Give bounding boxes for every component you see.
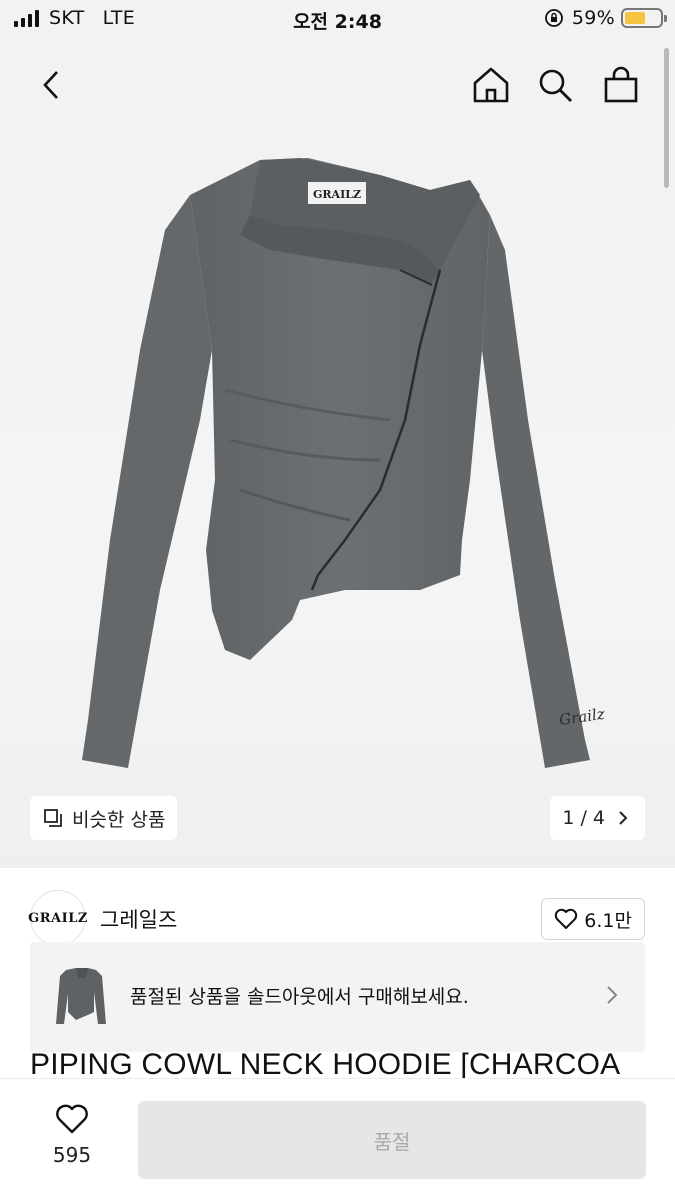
heart-icon: [555, 908, 578, 929]
product-image: GRAILZ Grailz: [82, 158, 606, 768]
garment-tag-text: GRAILZ: [313, 188, 361, 201]
top-navigation: [0, 50, 675, 120]
wish-button[interactable]: 595: [36, 1103, 108, 1167]
cart-button[interactable]: [596, 60, 646, 110]
home-button[interactable]: [466, 60, 516, 110]
seller-row[interactable]: GRAILZ 그레일즈 6.1만: [28, 890, 645, 946]
chevron-left-icon: [43, 71, 58, 99]
chevron-right-icon: [607, 986, 618, 1004]
back-button[interactable]: [26, 60, 76, 110]
pager-text: 1 / 4: [562, 807, 605, 829]
product-image-area[interactable]: GRAILZ Grailz 비슷한 상품 1 / 4: [0, 0, 675, 868]
wish-count: 595: [52, 1143, 92, 1167]
similar-items-button[interactable]: 비슷한 상품: [30, 796, 178, 840]
soldout-button[interactable]: 품절: [138, 1101, 646, 1179]
seller-name[interactable]: 그레일즈: [100, 904, 177, 934]
status-bar: SKT LTE 오전 2:48 59%: [0, 0, 675, 40]
scroll-indicator: [664, 48, 669, 188]
soldout-banner[interactable]: 품절된 상품을 솔드아웃에서 구매해보세요.: [30, 942, 645, 1052]
image-pager[interactable]: 1 / 4: [550, 796, 645, 840]
seller-logo[interactable]: GRAILZ: [28, 890, 87, 946]
home-icon: [473, 67, 509, 103]
rotation-lock-icon: [544, 9, 563, 27]
bottom-action-bar: 595 품절: [0, 1078, 675, 1200]
battery-percent: 59%: [571, 7, 615, 29]
similar-items-icon: [44, 809, 62, 827]
battery-icon: [621, 8, 667, 28]
search-button[interactable]: [530, 60, 580, 110]
search-icon: [539, 69, 572, 102]
soldout-banner-text: 품절된 상품을 솔드아웃에서 구매해보세요.: [130, 986, 469, 1008]
seller-like-count: 6.1만: [584, 909, 632, 932]
heart-icon: [56, 1104, 88, 1134]
seller-like-button[interactable]: 6.1만: [541, 898, 645, 940]
soldout-thumbnail: [56, 968, 106, 1024]
chevron-right-icon: [619, 811, 628, 825]
similar-items-label: 비슷한 상품: [72, 808, 166, 831]
shopping-bag-icon: [604, 66, 638, 103]
